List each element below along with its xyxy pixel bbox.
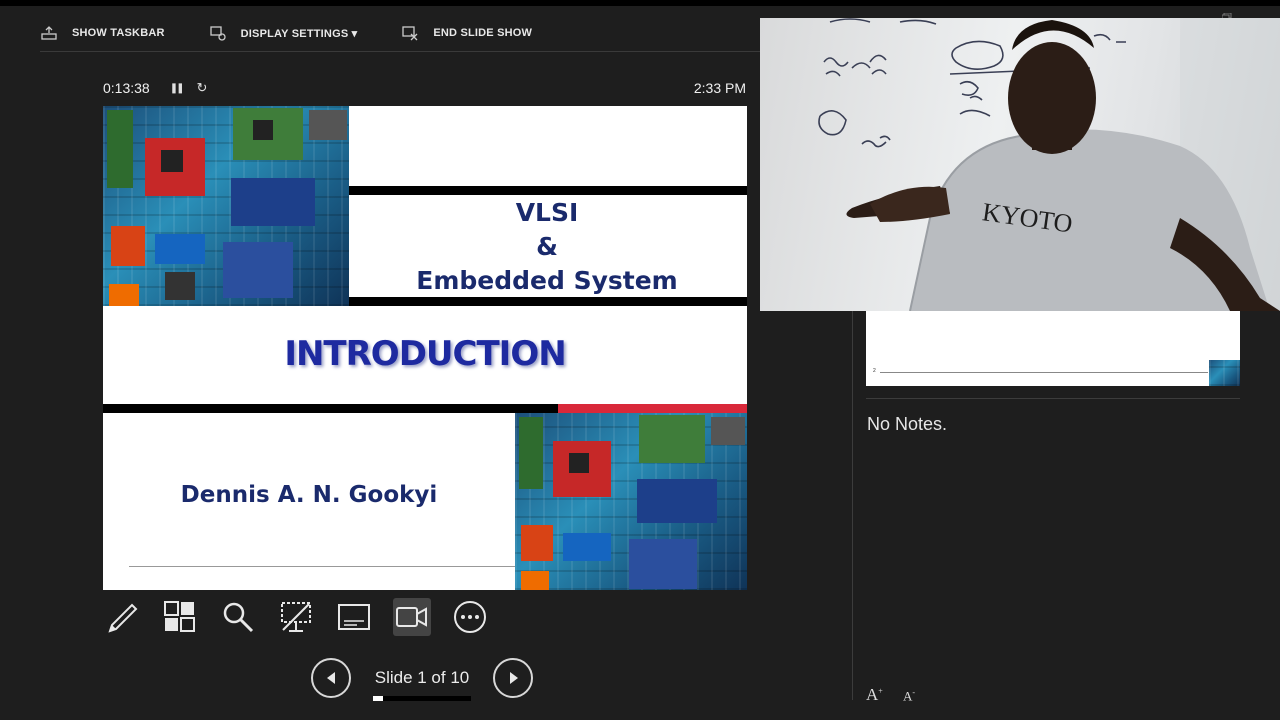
next-slide-footer-line (880, 372, 1208, 373)
slide-heading: INTRODUCTION (284, 334, 566, 374)
show-taskbar-label: SHOW TASKBAR (72, 27, 165, 39)
elapsed-time: 0:13:38 (103, 80, 150, 96)
circuit-boards-image (103, 106, 349, 306)
next-slide-page-number: 2 (873, 368, 876, 374)
end-slide-show-label: END SLIDE SHOW (433, 27, 533, 39)
separator-red (558, 404, 747, 413)
camera-icon[interactable] (393, 598, 431, 636)
more-options-icon[interactable] (451, 598, 489, 636)
end-show-icon (401, 24, 419, 42)
slide-progress-bar (373, 696, 471, 701)
zoom-icon[interactable] (219, 598, 257, 636)
restore-window-icon[interactable] (1221, 8, 1232, 21)
end-slide-show-button[interactable]: END SLIDE SHOW (401, 24, 532, 42)
decrease-font-label: A (903, 688, 913, 704)
current-slide[interactable]: VLSI & Embedded System INTRODUCTION Denn… (103, 106, 747, 590)
slide-author: Dennis A. N. Gookyi (180, 482, 438, 508)
slide-navigation: Slide 1 of 10 (311, 658, 533, 701)
slide-tools (103, 598, 509, 636)
pause-timer-icon[interactable]: ❚❚ (170, 83, 185, 94)
decrease-font-button[interactable]: A- (903, 688, 915, 704)
footer-line (129, 566, 515, 567)
subtitles-icon[interactable] (335, 598, 373, 636)
previous-arrow-icon (327, 672, 335, 684)
display-settings-label: DISPLAY SETTINGS ▾ (240, 27, 358, 40)
slide-counter[interactable]: Slide 1 of 10 (373, 668, 471, 701)
top-strip (0, 0, 1280, 6)
previous-slide-button[interactable] (311, 658, 351, 698)
circuit-boards-image-2 (515, 413, 747, 590)
taskbar-icon (40, 24, 58, 42)
show-taskbar-button[interactable]: SHOW TASKBAR (40, 24, 165, 42)
separator-black (103, 404, 558, 413)
title-line-ampersand: & (536, 232, 558, 261)
slide-count-label: Slide 1 of 10 (374, 668, 470, 687)
notes-divider (866, 398, 1240, 399)
pen-icon[interactable] (103, 598, 141, 636)
current-time: 2:33 PM (693, 80, 746, 96)
restart-timer-icon[interactable]: ↻ (196, 80, 207, 96)
next-slide-preview[interactable] (866, 310, 1240, 386)
toolbar-divider (40, 51, 760, 52)
webcam-feed: KYOTO (760, 18, 1280, 311)
next-slide-board-image (1209, 360, 1240, 386)
slide-progress-fill (373, 696, 383, 701)
increase-font-label: A (866, 685, 879, 704)
panel-divider (852, 300, 853, 700)
slide-title: VLSI & Embedded System (349, 196, 745, 298)
slide-grid-icon[interactable] (161, 598, 199, 636)
title-bar-top (349, 186, 747, 195)
increase-font-button[interactable]: A+ (866, 685, 883, 705)
title-line-vlsi: VLSI (515, 198, 579, 227)
display-settings-button[interactable]: DISPLAY SETTINGS ▾ (209, 24, 358, 42)
title-bar-bottom (349, 297, 747, 306)
title-line-embedded: Embedded System (416, 266, 678, 295)
next-slide-button[interactable] (493, 658, 533, 698)
slide-timer: 0:13:38 ❚❚ ↻ (103, 80, 207, 96)
black-screen-icon[interactable] (277, 598, 315, 636)
webcam-scene: KYOTO (818, 18, 1280, 311)
speaker-notes: No Notes. (867, 414, 948, 434)
next-arrow-icon (510, 672, 518, 684)
presenter-toolbar: SHOW TASKBAR DISPLAY SETTINGS ▾ END SLID… (40, 18, 576, 48)
display-settings-icon (209, 24, 227, 42)
